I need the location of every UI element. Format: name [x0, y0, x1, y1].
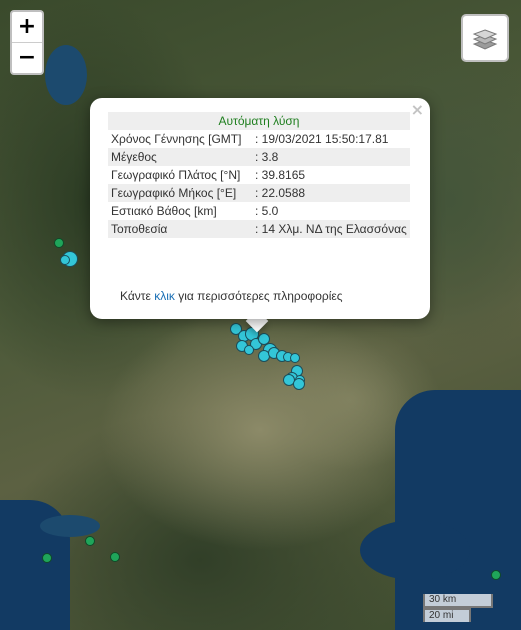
earthquake-marker[interactable]	[110, 552, 120, 562]
earthquake-popup: × Αυτόματη λύση Χρόνος Γέννησης [GMT] : …	[90, 98, 430, 319]
scale-mi: 20 mi	[423, 608, 471, 622]
earthquake-marker[interactable]	[60, 255, 70, 265]
magnitude-label: Μέγεθος	[108, 148, 252, 166]
more-info-link[interactable]: κλικ	[154, 289, 175, 303]
earthquake-marker[interactable]	[293, 378, 305, 390]
earthquake-marker[interactable]	[491, 570, 501, 580]
earthquake-marker[interactable]	[244, 345, 254, 355]
depth-value: : 5.0	[255, 204, 279, 218]
close-icon[interactable]: ×	[411, 100, 424, 119]
magnitude-value: : 3.8	[252, 148, 410, 166]
earthquake-marker[interactable]	[42, 553, 52, 563]
lake-west	[40, 515, 100, 537]
zoom-out-button[interactable]: −	[12, 42, 42, 73]
location-value: : 14 Χλμ. ΝΔ της Ελασσόνας	[252, 220, 410, 238]
scale-km: 30 km	[423, 594, 493, 608]
origin-time-value: : 19/03/2021 15:50:17.81	[255, 132, 389, 146]
zoom-in-button[interactable]: +	[12, 12, 42, 42]
popup-footer: Κάντε κλικ για περισσότερες πληροφορίες	[120, 289, 343, 303]
depth-label: Εστιακό Βάθος [km]	[111, 204, 217, 218]
scale-control: 30 km 20 mi	[423, 594, 493, 622]
gulf-sea	[360, 520, 470, 580]
lake-north	[45, 45, 87, 105]
location-label: Τοποθεσία	[108, 220, 252, 238]
footer-text-after: για περισσότερες πληροφορίες	[174, 289, 343, 303]
footer-text-before: Κάντε	[120, 289, 155, 303]
latitude-label: Γεωγραφικό Πλάτος [°N]	[111, 168, 241, 182]
earthquake-info-table: Αυτόματη λύση Χρόνος Γέννησης [GMT] : 19…	[108, 112, 410, 238]
layers-button[interactable]	[461, 14, 509, 62]
earthquake-marker[interactable]	[290, 353, 300, 363]
earthquake-marker[interactable]	[54, 238, 64, 248]
solution-header: Αυτόματη λύση	[108, 112, 410, 130]
longitude-label: Γεωγραφικό Μήκος [°E]	[108, 184, 252, 202]
zoom-control: + −	[10, 10, 44, 75]
latitude-value: : 39.8165	[255, 168, 306, 182]
layers-icon	[472, 29, 498, 50]
earthquake-marker[interactable]	[85, 536, 95, 546]
longitude-value: : 22.0588	[252, 184, 410, 202]
origin-time-label: Χρόνος Γέννησης [GMT]	[111, 132, 242, 146]
